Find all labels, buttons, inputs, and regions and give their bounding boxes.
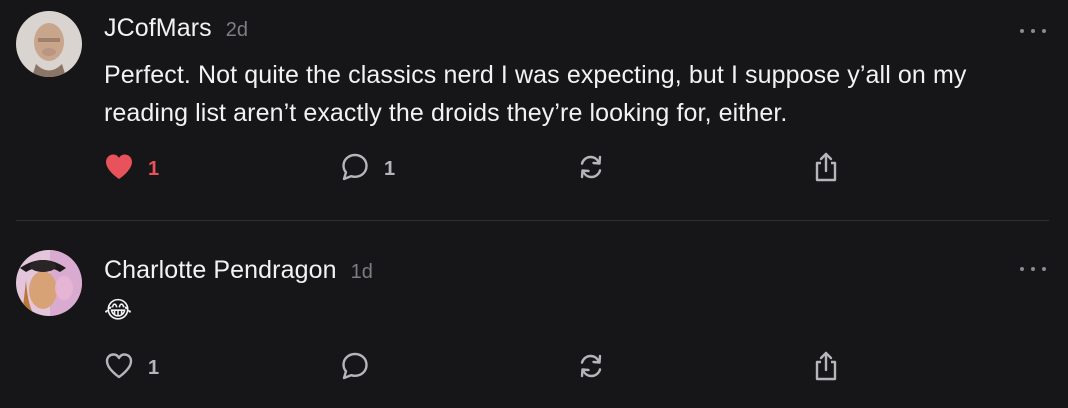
share-button[interactable] (812, 351, 840, 385)
restack-icon (577, 152, 605, 187)
like-count: 1 (148, 157, 160, 180)
more-options-button[interactable] (1020, 262, 1046, 276)
like-button[interactable]: 1 (104, 152, 159, 186)
more-dot (1031, 267, 1035, 271)
comment-text: Perfect. Not quite the classics nerd I w… (104, 61, 967, 127)
speech-bubble-icon (340, 351, 370, 386)
author-name[interactable]: JCofMars (104, 14, 212, 43)
share-icon (812, 151, 840, 188)
share-button[interactable] (812, 152, 840, 186)
more-dots-icon (1020, 29, 1024, 33)
more-options-button[interactable] (1020, 24, 1046, 38)
timestamp[interactable]: 2d (226, 19, 248, 42)
author-line: Charlotte Pendragon 1d (104, 256, 373, 285)
comment-actions: 1 1 (0, 152, 1068, 186)
more-dot (1042, 267, 1046, 271)
timestamp[interactable]: 1d (351, 261, 373, 284)
more-dot (1031, 29, 1035, 33)
heart-filled-icon (104, 153, 134, 186)
restack-button[interactable] (577, 152, 605, 186)
like-button[interactable]: 1 (104, 351, 159, 385)
comment-text: 😂 (104, 297, 133, 324)
restack-button[interactable] (577, 351, 605, 385)
more-dots-icon (1020, 267, 1024, 271)
author-name[interactable]: Charlotte Pendragon (104, 256, 337, 285)
reply-button[interactable] (340, 351, 370, 385)
like-count: 1 (148, 356, 160, 379)
reply-count: 1 (384, 157, 396, 180)
comment: Charlotte Pendragon 1d 😂 1 (0, 221, 1068, 408)
heart-outline-icon (104, 352, 134, 385)
author-line: JCofMars 2d (104, 14, 248, 43)
reply-button[interactable]: 1 (340, 152, 395, 186)
comment-actions: 1 (0, 351, 1068, 385)
restack-icon (577, 351, 605, 386)
avatar[interactable] (16, 11, 82, 77)
more-dot (1042, 29, 1046, 33)
comment: JCofMars 2d Perfect. Not quite the class… (0, 0, 1068, 220)
avatar[interactable] (16, 250, 82, 316)
share-icon (812, 350, 840, 387)
speech-bubble-icon (340, 152, 370, 187)
